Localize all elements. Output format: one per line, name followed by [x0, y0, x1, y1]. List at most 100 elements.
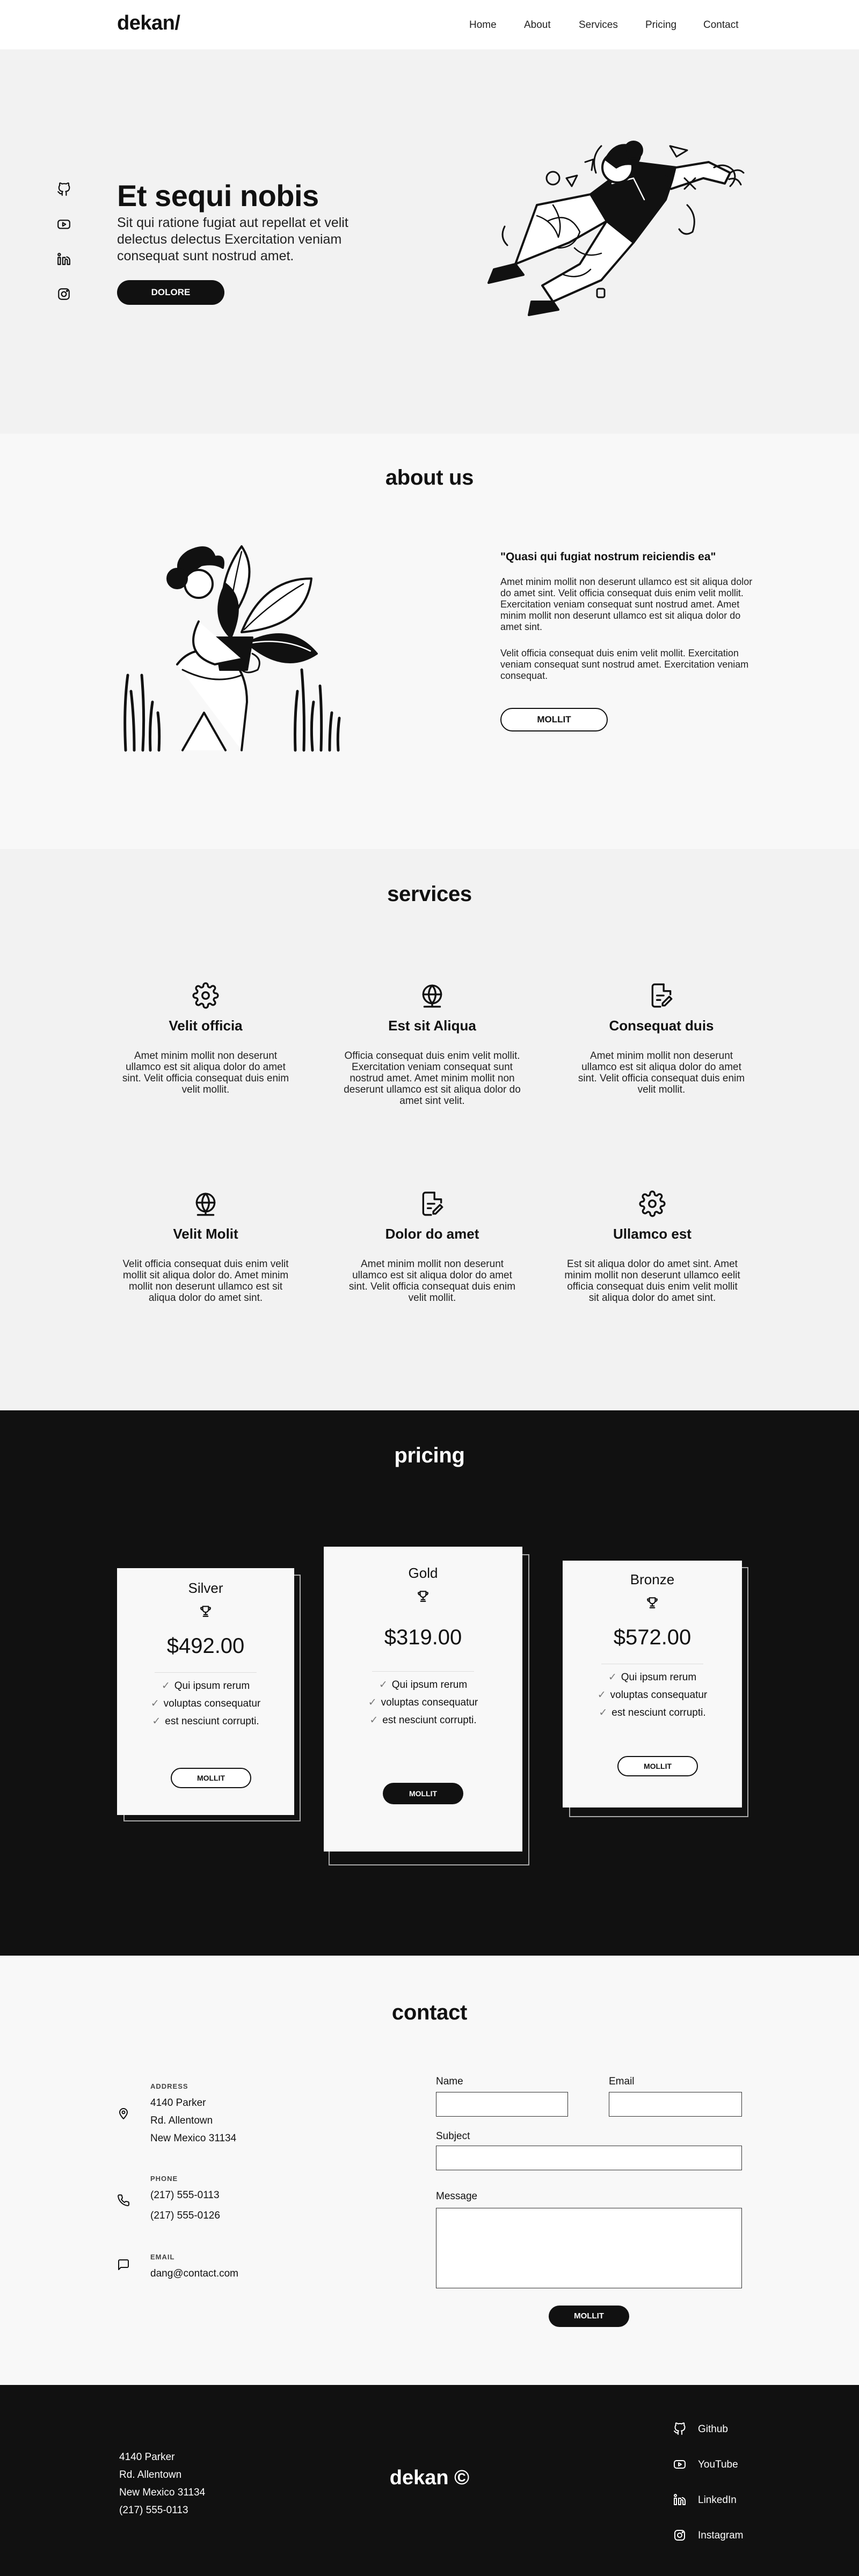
divider: [372, 1671, 474, 1672]
document-edit-icon: [648, 982, 675, 1009]
service-text: Amet minim mollit non deserunt ullamco e…: [348, 1258, 516, 1304]
divider: [155, 1672, 257, 1673]
about-illustration: [118, 530, 360, 756]
plan-feature: ✓ est nesciunt corrupti.: [324, 1715, 522, 1726]
globe-icon: [419, 982, 446, 1009]
email-address[interactable]: dang@contact.com: [150, 2268, 238, 2280]
pricing-title: pricing: [394, 1444, 465, 1467]
plan-feature-label: est nesciunt corrupti.: [382, 1715, 477, 1726]
youtube-icon[interactable]: [673, 2458, 686, 2471]
hero-illustration: [472, 141, 752, 339]
footer-address-line: 4140 Parker: [119, 2451, 175, 2463]
pricing-card-gold: Gold $319.00 ✓ Qui ipsum rerum ✓ voluptas …: [324, 1547, 522, 1851]
check-icon: ✓: [152, 1716, 161, 1727]
contact-title: contact: [391, 2001, 468, 2024]
gear-icon: [639, 1190, 666, 1217]
name-field[interactable]: [436, 2092, 568, 2117]
footer-social-linkedin[interactable]: LinkedIn: [698, 2494, 737, 2506]
footer-social-instagram[interactable]: Instagram: [698, 2530, 743, 2542]
about-paragraph-1: Amet minim mollit non deserunt ullamco e…: [500, 576, 753, 632]
plan-name: Bronze: [630, 1571, 675, 1587]
services-section: services Velit officia Amet minim mollit…: [0, 849, 859, 1410]
plan-feature: ✓ voluptas consequatur: [117, 1698, 294, 1710]
footer-social-youtube[interactable]: YouTube: [698, 2459, 738, 2471]
pricing-card-bronze: Bronze $572.00 ✓ Qui ipsum rerum ✓ volupta…: [563, 1561, 742, 1807]
plan-select-button[interactable]: MOLLIT: [617, 1756, 698, 1776]
phone-number[interactable]: (217) 555-0126: [150, 2210, 220, 2222]
service-card: Dolor do amet Amet minim mollit non dese…: [344, 1190, 521, 1304]
about-section: about us "Quasi qui fugiat nostrum reici…: [0, 434, 859, 849]
contact-submit-button[interactable]: MOLLIT: [549, 2306, 629, 2327]
instagram-icon[interactable]: [57, 287, 71, 301]
check-icon: ✓: [150, 1698, 159, 1709]
check-icon: ✓: [368, 1697, 377, 1708]
hero-section: Et sequi nobis Sit qui ratione fugiat au…: [0, 49, 859, 434]
plan-select-button[interactable]: MOLLIT: [383, 1783, 463, 1804]
nav-pricing[interactable]: Pricing: [645, 19, 676, 31]
service-card: Est sit Aliqua Officia consequat duis en…: [344, 982, 521, 1107]
plan-name: Gold: [408, 1565, 438, 1581]
github-icon[interactable]: [673, 2423, 686, 2435]
address-line: New Mexico 31134: [150, 2133, 237, 2144]
site-logo[interactable]: dekan/: [117, 12, 180, 35]
check-icon: ✓: [378, 1679, 388, 1690]
service-title: Velit officia: [169, 1018, 243, 1034]
service-text: Amet minim mollit non deserunt ullamco e…: [578, 1050, 745, 1095]
nav-about[interactable]: About: [524, 19, 551, 31]
map-pin-icon: [117, 2107, 130, 2120]
plan-feature-label: voluptas consequatur: [610, 1689, 708, 1701]
service-text: Est sit aliqua dolor do amet sint. Amet …: [564, 1258, 740, 1304]
plan-feature: ✓ Qui ipsum rerum: [324, 1679, 522, 1691]
trophy-icon: [416, 1589, 430, 1603]
site-header: dekan/ Home About Services Pricing Conta…: [0, 0, 859, 49]
plan-feature-label: voluptas consequatur: [381, 1697, 478, 1708]
nav-home[interactable]: Home: [469, 19, 497, 31]
check-icon: ✓: [608, 1672, 617, 1683]
subject-field[interactable]: [436, 2146, 742, 2170]
plan-select-button[interactable]: MOLLIT: [171, 1768, 251, 1788]
pricing-section: pricing Silver $492.00 ✓ Qui ipsum rerum …: [0, 1410, 859, 1956]
check-icon: ✓: [161, 1680, 170, 1692]
globe-icon: [192, 1190, 219, 1217]
email-field[interactable]: [609, 2092, 742, 2117]
nav-contact[interactable]: Contact: [703, 19, 738, 31]
github-icon[interactable]: [57, 182, 71, 196]
linkedin-icon[interactable]: [57, 252, 71, 266]
message-icon: [117, 2258, 130, 2271]
plan-feature-label: est nesciunt corrupti.: [612, 1707, 706, 1718]
plan-price: $319.00: [384, 1626, 462, 1649]
message-field[interactable]: [436, 2208, 742, 2288]
check-icon: ✓: [599, 1707, 608, 1718]
address-line: 4140 Parker: [150, 2097, 206, 2109]
plan-feature-label: Qui ipsum rerum: [391, 1679, 468, 1690]
service-card: Velit officia Amet minim mollit non dese…: [117, 982, 294, 1095]
footer-social-github[interactable]: Github: [698, 2424, 728, 2435]
instagram-icon[interactable]: [673, 2529, 686, 2542]
trophy-icon: [645, 1596, 659, 1609]
plan-feature: ✓ Qui ipsum rerum: [563, 1672, 742, 1684]
name-field-label: Name: [436, 2076, 463, 2087]
service-card: Consequat duis Amet minim mollit non des…: [573, 982, 750, 1095]
plan-feature-label: Qui ipsum rerum: [621, 1672, 697, 1683]
about-quote: "Quasi qui fugiat nostrum reiciendis ea": [500, 551, 716, 563]
contact-section: contact ADDRESS 4140 Parker Rd. Allentow…: [0, 1956, 859, 2385]
address-label: ADDRESS: [150, 2082, 188, 2090]
youtube-icon[interactable]: [57, 217, 71, 231]
linkedin-icon[interactable]: [673, 2493, 686, 2506]
email-field-label: Email: [609, 2076, 635, 2087]
about-cta-button[interactable]: MOLLIT: [500, 708, 608, 731]
services-title: services: [387, 882, 472, 906]
phone-number[interactable]: (217) 555-0113: [150, 2190, 220, 2201]
hero-cta-button[interactable]: DOLORE: [117, 280, 224, 305]
service-text: Velit officia consequat duis enim velit …: [122, 1258, 289, 1304]
email-label: EMAIL: [150, 2253, 175, 2261]
service-text: Amet minim mollit non deserunt ullamco e…: [122, 1050, 289, 1095]
subject-field-label: Subject: [436, 2131, 470, 2142]
nav-services[interactable]: Services: [579, 19, 618, 31]
plan-feature-label: Qui ipsum rerum: [174, 1680, 250, 1692]
plan-feature: ✓ Qui ipsum rerum: [117, 1680, 294, 1692]
hero-title: Et sequi nobis: [117, 179, 319, 213]
plan-feature: ✓ voluptas consequatur: [563, 1689, 742, 1701]
hero-subtitle: Sit qui ratione fugiat aut repellat et v…: [117, 215, 348, 264]
phone-icon: [117, 2194, 130, 2207]
